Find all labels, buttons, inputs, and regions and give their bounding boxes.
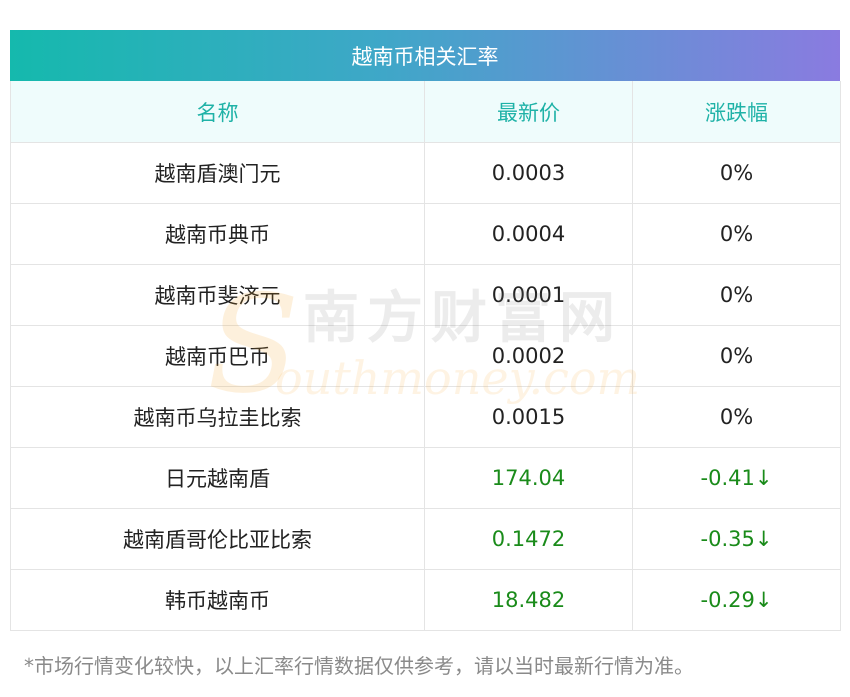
change-percent: -0.29↓ — [632, 569, 841, 631]
currency-pair-name: 越南币典币 — [10, 203, 425, 265]
latest-price: 18.482 — [424, 569, 633, 631]
latest-price: 0.0004 — [424, 203, 633, 265]
change-percent: 0% — [632, 325, 841, 387]
table-row: 越南盾哥伦比亚比索 0.1472 -0.35↓ — [10, 508, 841, 570]
latest-price: 174.04 — [424, 447, 633, 509]
change-percent: 0% — [632, 264, 841, 326]
currency-pair-name: 越南币斐济元 — [10, 264, 425, 326]
currency-pair-name: 日元越南盾 — [10, 447, 425, 509]
latest-price: 0.1472 — [424, 508, 633, 570]
currency-pair-name: 越南币巴币 — [10, 325, 425, 387]
table-row: 韩币越南币 18.482 -0.29↓ — [10, 569, 841, 631]
disclaimer-footnote: *市场行情变化较快，以上汇率行情数据仅供参考，请以当时最新行情为准。 — [24, 654, 694, 678]
currency-pair-name: 韩币越南币 — [10, 569, 425, 631]
column-header-name: 名称 — [10, 81, 425, 143]
table-row: 日元越南盾 174.04 -0.41↓ — [10, 447, 841, 509]
column-header-price: 最新价 — [424, 81, 633, 143]
change-percent: 0% — [632, 142, 841, 204]
change-percent: 0% — [632, 386, 841, 448]
currency-pair-name: 越南盾哥伦比亚比索 — [10, 508, 425, 570]
latest-price: 0.0001 — [424, 264, 633, 326]
latest-price: 0.0015 — [424, 386, 633, 448]
currency-pair-name: 越南盾澳门元 — [10, 142, 425, 204]
table-title: 越南币相关汇率 — [10, 30, 840, 81]
table-row: 越南币巴币 0.0002 0% — [10, 325, 841, 387]
exchange-rate-card: 越南币相关汇率 名称 最新价 涨跌幅 越南盾澳门元 0.0003 0% 越南币典… — [10, 30, 841, 631]
latest-price: 0.0003 — [424, 142, 633, 204]
column-header-change: 涨跌幅 — [632, 81, 841, 143]
currency-pair-name: 越南币乌拉圭比索 — [10, 386, 425, 448]
table-row: 越南盾澳门元 0.0003 0% — [10, 142, 841, 204]
change-percent: -0.41↓ — [632, 447, 841, 509]
table-row: 越南币典币 0.0004 0% — [10, 203, 841, 265]
table-row: 越南币斐济元 0.0001 0% — [10, 264, 841, 326]
table-row: 越南币乌拉圭比索 0.0015 0% — [10, 386, 841, 448]
header-row: 名称 最新价 涨跌幅 — [10, 81, 841, 143]
change-percent: -0.35↓ — [632, 508, 841, 570]
latest-price: 0.0002 — [424, 325, 633, 387]
change-percent: 0% — [632, 203, 841, 265]
exchange-rate-table: 名称 最新价 涨跌幅 越南盾澳门元 0.0003 0% 越南币典币 0.0004… — [10, 81, 841, 631]
